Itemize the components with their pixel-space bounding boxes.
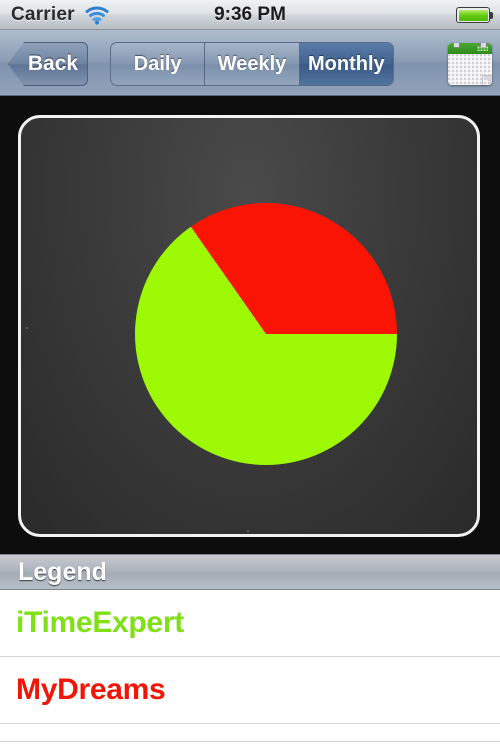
legend-list-filler: [0, 724, 500, 742]
list-item[interactable]: MyDreams: [0, 657, 500, 724]
legend-item-label-mydreams: MyDreams: [16, 673, 166, 706]
navigation-bar: Back Daily Weekly Monthly: [0, 30, 500, 96]
battery-level-fill: [458, 9, 488, 21]
calendar-icon[interactable]: [448, 43, 492, 85]
chart-container: [0, 96, 500, 554]
battery-nub: [490, 12, 493, 19]
legend-list: iTimeExpert MyDreams: [0, 590, 500, 750]
legend-item-label-itimeexpert: iTimeExpert: [16, 606, 184, 639]
calendar-page-fold: [482, 75, 492, 85]
calendar-clip-left: [453, 43, 460, 48]
app-root: Carrier 9:36 PM Back Daily Weekly Monthl…: [0, 0, 500, 750]
back-button[interactable]: Back: [8, 42, 88, 86]
legend-header-label: Legend: [18, 557, 107, 586]
segment-daily-label: Daily: [133, 52, 182, 75]
list-item[interactable]: iTimeExpert: [0, 590, 500, 657]
status-bar: Carrier 9:36 PM: [0, 0, 500, 30]
chart-tick-bottom: [247, 530, 249, 532]
segment-monthly[interactable]: Monthly: [299, 43, 393, 85]
clock-label: 9:36 PM: [214, 3, 286, 25]
period-segmented-control[interactable]: Daily Weekly Monthly: [110, 42, 394, 86]
segment-monthly-label: Monthly: [307, 52, 385, 75]
pie-chart: [135, 203, 397, 465]
segment-weekly-label: Weekly: [217, 52, 287, 75]
legend-section-header: Legend: [0, 554, 500, 590]
chart-tick-left: [26, 327, 28, 329]
calendar-grid: [448, 54, 492, 85]
calendar-header-dots: [477, 46, 488, 51]
chart-panel: [18, 115, 480, 537]
battery-icon: [456, 7, 493, 23]
back-button-label: Back: [27, 52, 79, 75]
segment-weekly[interactable]: Weekly: [205, 43, 300, 85]
segment-daily[interactable]: Daily: [111, 43, 206, 85]
calendar-header: [448, 43, 492, 54]
